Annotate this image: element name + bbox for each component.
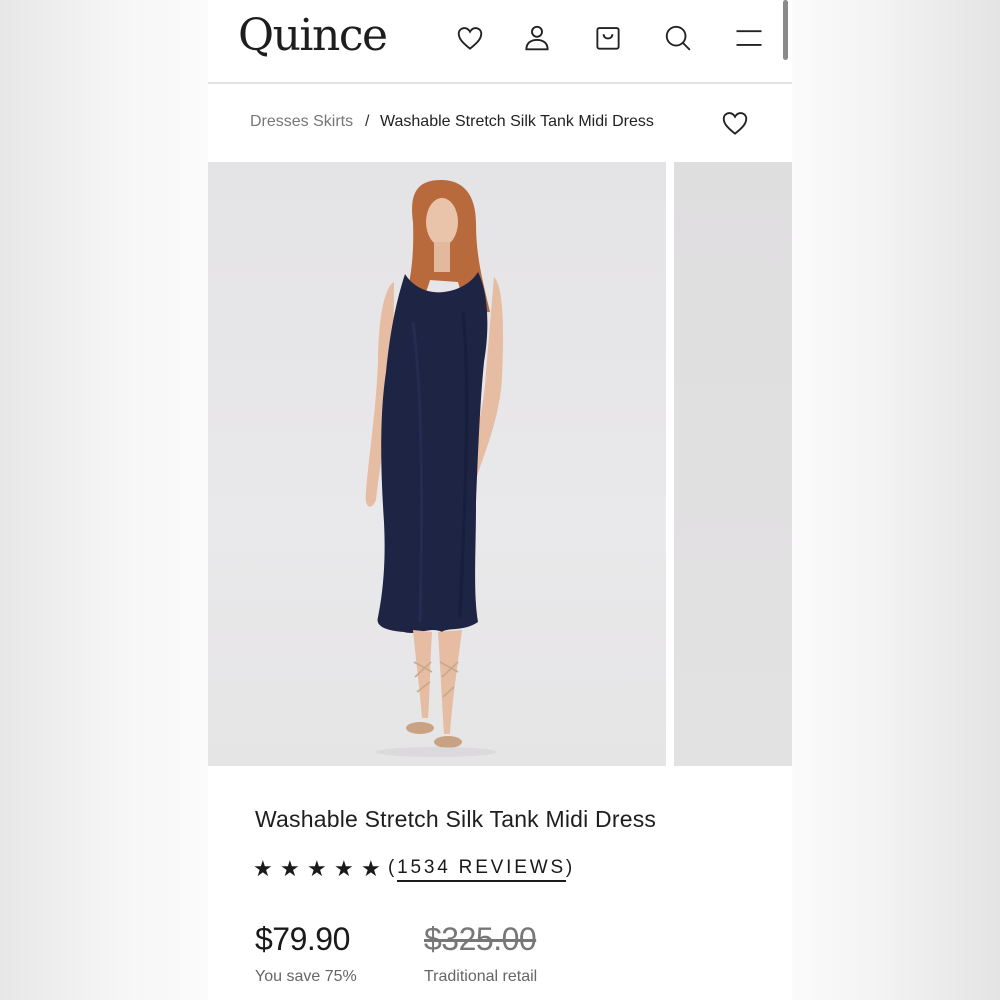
favorite-product-button[interactable]: [716, 104, 754, 142]
star-icon: ★: [307, 856, 327, 881]
product-photo-front[interactable]: [208, 162, 666, 766]
user-icon: [525, 25, 549, 51]
product-title: Washable Stretch Silk Tank Midi Dress: [255, 806, 657, 832]
sale-price: $79.90: [255, 921, 350, 957]
site-header: Quince: [208, 0, 792, 84]
reviews-count[interactable]: 1534 REVIEWS: [397, 857, 566, 882]
account-button[interactable]: [517, 18, 557, 58]
scrollbar[interactable]: [783, 0, 788, 60]
search-button[interactable]: [658, 18, 698, 58]
reviews-open-paren: (: [388, 857, 398, 878]
reviews-close-paren: ): [565, 857, 576, 878]
breadcrumb-parent-link[interactable]: Dresses Skirts: [250, 113, 353, 131]
star-icon: ★: [334, 856, 354, 881]
reviews-link[interactable]: (1534 REVIEWS): [388, 857, 576, 882]
heart-icon: [722, 112, 748, 135]
retail-label: Traditional retail: [424, 968, 538, 985]
wishlist-button[interactable]: [450, 18, 490, 58]
rating-stars: ★ ★ ★ ★ ★: [253, 856, 388, 882]
quince-logo[interactable]: Quince: [238, 10, 388, 61]
menu-button[interactable]: [729, 18, 769, 58]
breadcrumb-current: Washable Stretch Silk Tank Midi Dress: [380, 113, 654, 130]
breadcrumb-separator: /: [365, 113, 370, 130]
bag-icon: [596, 27, 620, 50]
star-icon: ★: [280, 856, 300, 881]
product-page: Quince Dresses Skirts / Washable Stretch…: [208, 0, 792, 1000]
dress-shape: [377, 272, 488, 633]
product-gallery[interactable]: [208, 162, 792, 766]
heart-icon: [457, 27, 483, 50]
product-photo-next[interactable]: [674, 162, 792, 766]
star-icon: ★: [361, 856, 381, 881]
cart-button[interactable]: [588, 18, 628, 58]
savings-text: You save 75%: [255, 968, 357, 985]
search-icon: [665, 25, 691, 51]
retail-price: $325.00: [424, 921, 537, 957]
breadcrumb: Dresses Skirts / Washable Stretch Silk T…: [208, 86, 792, 162]
star-icon: ★: [253, 856, 273, 881]
menu-icon: [736, 30, 762, 46]
model-figure: [365, 180, 504, 757]
